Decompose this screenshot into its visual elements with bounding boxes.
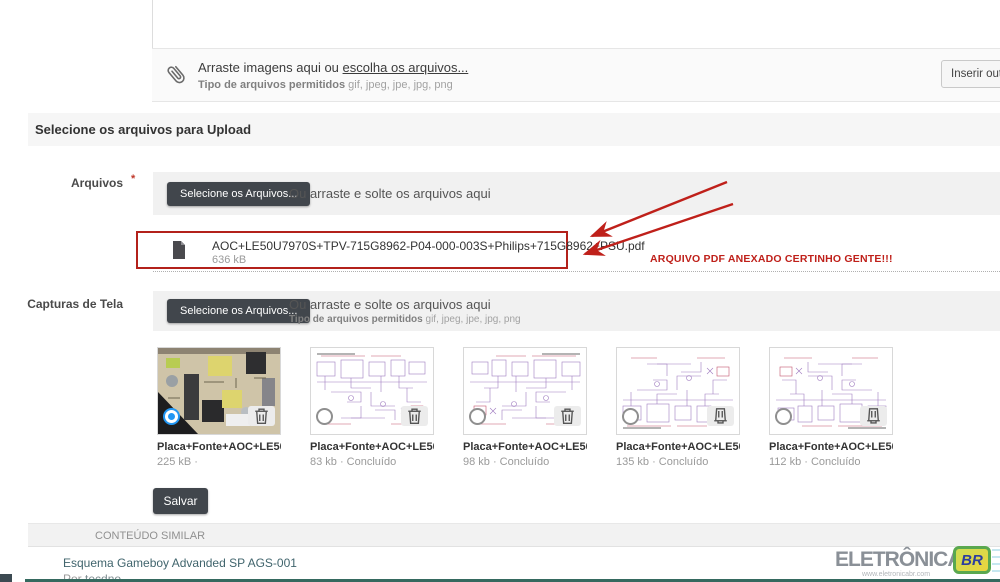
circuit-pins-icon [992, 549, 1000, 572]
screenshots-drop-hint: Ou arraste e solte os arquivos aqui [289, 297, 491, 312]
dotted-separator [153, 271, 1000, 272]
drag-text: Arraste imagens aqui ou [198, 60, 339, 75]
br-chip-icon: BR [953, 546, 991, 574]
allowed-types: gif, jpeg, jpe, jpg, png [425, 314, 521, 325]
allowed-types: gif, jpeg, jpe, jpg, png [348, 79, 453, 91]
drag-images-text: Arraste imagens aqui ou escolha os arqui… [198, 60, 468, 75]
trash-icon[interactable] [554, 406, 581, 426]
screenshot-card: Placa+Fonte+AOC+LE50U7... 83 kb · Conclu… [310, 347, 434, 468]
logo-text: ELETRÔNICA [835, 548, 962, 571]
trash-icon[interactable] [707, 406, 734, 426]
allowed-label: Tipo de arquivos permitidos [289, 314, 423, 325]
upload-section-title: Selecione os arquivos para Upload [28, 113, 1000, 146]
thumbnail-name: Placa+Fonte+AOC+LE50U7... [157, 441, 281, 453]
thumbnail-name: Placa+Fonte+AOC+LE50U7... [463, 441, 587, 453]
select-radio[interactable] [163, 408, 180, 425]
screenshots-label: Capturas de Tela [27, 297, 123, 311]
screenshot-card: Placa+Fonte+AOC+LE50U7... 98 kb · Conclu… [463, 347, 587, 468]
screenshots-allowed-line: Tipo de arquivos permitidos gif, jpeg, j… [289, 314, 521, 325]
thumbnail-meta: 98 kb · Concluído [463, 456, 550, 468]
files-label: Arquivos [70, 176, 123, 190]
thumbnail-name: Placa+Fonte+AOC+LE50U7... [616, 441, 740, 453]
thumbnail-image-schematic [616, 347, 740, 435]
annotation-text: ARQUIVO PDF ANEXADO CERTINHO GENTE!!! [650, 253, 893, 265]
select-radio[interactable] [622, 408, 639, 425]
thumbnail-meta: 112 kb · Concluído [769, 456, 861, 468]
thumbnail-image-schematic [310, 347, 434, 435]
allowed-label: Tipo de arquivos permitidos [198, 79, 346, 91]
attached-file-size: 636 kB [212, 254, 247, 266]
trash-icon[interactable] [248, 406, 275, 426]
similar-item-link[interactable]: Esquema Gameboy Advanded SP AGS-001 [63, 556, 297, 570]
document-icon [172, 241, 186, 264]
thumbnail-name: Placa+Fonte+AOC+LE50U7... [769, 441, 893, 453]
thumbnail-image-schematic [463, 347, 587, 435]
thumbnail-meta: 83 kb · Concluído [310, 456, 397, 468]
choose-files-link[interactable]: escolha os arquivos... [343, 60, 469, 75]
chip-label: BR [961, 551, 983, 569]
trash-icon[interactable] [860, 406, 887, 426]
select-radio[interactable] [775, 408, 792, 425]
editor-border [152, 0, 153, 48]
save-button[interactable]: Salvar [153, 488, 208, 514]
thumbnail-meta: 225 kB · [157, 456, 198, 468]
thumbnail-meta: 135 kb · Concluído [616, 456, 709, 468]
trash-icon[interactable] [401, 406, 428, 426]
thumbnail-image-photo [157, 347, 281, 435]
files-drop-hint: Ou arraste e solte os arquivos aqui [289, 186, 491, 201]
similar-content-header: CONTEÚDO SIMILAR [28, 523, 1000, 547]
editor-attachment-bar: Arraste imagens aqui ou escolha os arqui… [152, 48, 1000, 102]
screenshot-card: Placa+Fonte+AOC+LE50U7... 112 kb · Concl… [769, 347, 893, 468]
screenshot-card: Placa+Fonte+AOC+LE50U7... 135 kb · Concl… [616, 347, 740, 468]
select-radio[interactable] [316, 408, 333, 425]
required-asterisk: * [131, 173, 136, 185]
select-radio[interactable] [469, 408, 486, 425]
eletronicabr-logo: ELETRÔNICA www.eletronicabr.com BR [835, 546, 1000, 580]
screenshot-card: Placa+Fonte+AOC+LE50U7... 225 kB · [157, 347, 281, 468]
paperclip-icon [165, 60, 191, 93]
logo-url: www.eletronicabr.com [861, 571, 931, 578]
corner-widget [0, 574, 12, 582]
allowed-types-line: Tipo de arquivos permitidos gif, jpeg, j… [198, 79, 453, 91]
attached-file-highlight-box: AOC+LE50U7970S+TPV-715G8962-P04-000-003S… [136, 231, 645, 269]
upload-page: Arraste imagens aqui ou escolha os arqui… [0, 0, 1000, 582]
thumbnail-image-schematic [769, 347, 893, 435]
insert-another-button[interactable]: Inserir outra [941, 60, 1000, 88]
thumbnail-name: Placa+Fonte+AOC+LE50U7... [310, 441, 434, 453]
screenshots-dropzone[interactable]: Selecione os Arquivos... Ou arraste e so… [153, 291, 1000, 331]
